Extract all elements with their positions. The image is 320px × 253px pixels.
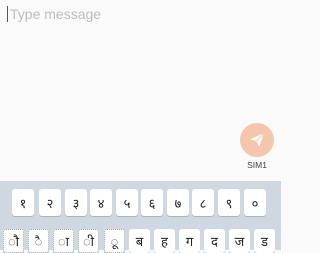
key-au-matra[interactable]: ौ xyxy=(3,229,24,253)
key-aa-matra[interactable]: ा xyxy=(53,229,74,253)
key-da[interactable]: द xyxy=(204,229,225,253)
key-ha[interactable]: ह xyxy=(154,229,175,253)
sim-label: SIM1 xyxy=(247,160,267,170)
send-button[interactable] xyxy=(240,123,274,157)
key-ga[interactable]: ग xyxy=(179,229,200,253)
key-digit-7[interactable]: ७ xyxy=(167,189,189,216)
key-digit-8[interactable]: ८ xyxy=(192,189,214,216)
key-digit-2[interactable]: २ xyxy=(39,189,61,216)
key-dda[interactable]: ड xyxy=(254,229,275,253)
key-ba[interactable]: ब xyxy=(129,229,150,253)
text-caret xyxy=(7,6,8,22)
message-placeholder: Type message xyxy=(10,6,102,22)
message-input[interactable]: Type message xyxy=(7,4,237,24)
paper-plane-icon xyxy=(250,132,265,147)
key-digit-4[interactable]: ४ xyxy=(90,189,112,216)
key-digit-1[interactable]: १ xyxy=(12,189,34,216)
key-digit-3[interactable]: ३ xyxy=(65,189,87,216)
keyboard: १ २ ३ ४ ५ ६ ७ ८ ९ ० ौ ै ा ी ू ब ह ग द ज … xyxy=(0,181,281,253)
key-digit-9[interactable]: ९ xyxy=(218,189,240,216)
key-ii-matra[interactable]: ी xyxy=(78,229,99,253)
compose-area: Type message SIM1 xyxy=(0,0,281,180)
key-ja[interactable]: ज xyxy=(229,229,250,253)
key-ai-matra[interactable]: ै xyxy=(28,229,49,253)
key-uu-matra[interactable]: ू xyxy=(104,229,125,253)
key-digit-0[interactable]: ० xyxy=(244,189,266,216)
key-digit-5[interactable]: ५ xyxy=(116,189,138,216)
key-digit-6[interactable]: ६ xyxy=(141,189,163,216)
